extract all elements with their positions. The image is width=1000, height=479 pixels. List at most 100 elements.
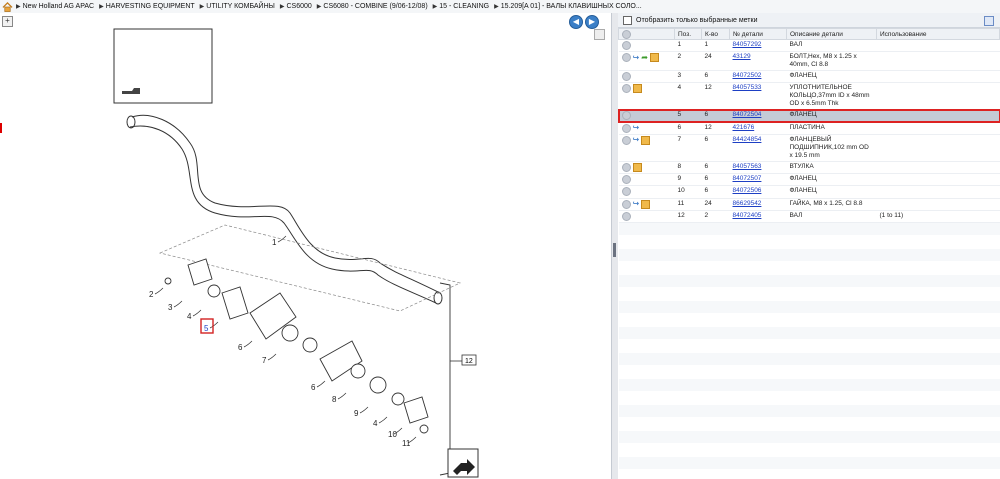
- replacement-arrow-icon[interactable]: ↪: [633, 200, 640, 208]
- part-number-link-container[interactable]: 84057563: [729, 161, 787, 175]
- usage-cell-container: [876, 161, 1000, 175]
- table-row[interactable]: 4 12 84057533 УПЛОТНИТЕЛЬНОЕ КОЛЬЦО,37mm ID…: [618, 82, 1000, 111]
- callout-label[interactable]: 3: [168, 303, 173, 312]
- part-number-link-container[interactable]: 84072504: [729, 109, 787, 123]
- row-select-icon[interactable]: [621, 72, 631, 82]
- description-cell-container: ФЛАНЕЦ: [786, 185, 877, 199]
- callout-label[interactable]: 6: [311, 383, 316, 392]
- callout-label[interactable]: 8: [332, 395, 337, 404]
- empty-row: [618, 417, 1000, 431]
- part-number-link-container[interactable]: 84424854: [729, 134, 787, 162]
- callout-label[interactable]: 4: [187, 312, 192, 321]
- part-number-link[interactable]: 43129: [733, 53, 751, 60]
- column-header[interactable]: Поз.: [674, 28, 702, 40]
- table-options-icon[interactable]: [984, 16, 994, 26]
- part-number-link[interactable]: 84072506: [733, 187, 762, 194]
- part-number-link-container[interactable]: 84072507: [729, 173, 787, 187]
- package-icon[interactable]: [641, 135, 651, 145]
- column-header[interactable]: № детали: [729, 28, 787, 40]
- row-select-icon[interactable]: [621, 111, 631, 121]
- part-number-link[interactable]: 84072504: [733, 111, 762, 118]
- breadcrumb-item[interactable]: ▶ New Holland AG APAC: [16, 3, 94, 10]
- replacement-arrow-icon[interactable]: ↪: [633, 53, 640, 62]
- table-row[interactable]: 3 6 84072502 ФЛАНЕЦ: [618, 70, 1000, 84]
- empty-row: [618, 443, 1000, 457]
- callout-label[interactable]: 5: [204, 324, 209, 333]
- part-number-link-container[interactable]: 84072502: [729, 70, 787, 84]
- package-icon[interactable]: [641, 199, 651, 209]
- part-number-link[interactable]: 84424854: [733, 136, 762, 143]
- row-select-icon[interactable]: [621, 41, 631, 50]
- breadcrumb-item[interactable]: ▶ CS6000: [280, 3, 312, 10]
- row-select-icon[interactable]: [621, 84, 631, 94]
- part-number-link[interactable]: 84072502: [733, 72, 762, 79]
- callout-label[interactable]: 11: [402, 439, 411, 448]
- show-selected-checkbox[interactable]: [623, 15, 632, 25]
- part-number-link[interactable]: 84072405: [733, 212, 762, 219]
- table-row[interactable]: 8 6 84057563 ВТУЛКА: [618, 161, 1000, 175]
- position-cell: 12: [677, 211, 685, 219]
- table-row[interactable]: 10 6 84072506 ФЛАНЕЦ: [618, 185, 1000, 199]
- package-icon[interactable]: [649, 53, 659, 63]
- package-icon[interactable]: [632, 162, 642, 172]
- part-number-link-container[interactable]: 43129: [729, 51, 787, 72]
- row-select-icon[interactable]: [621, 135, 631, 145]
- part-number-link-container[interactable]: 421676: [729, 122, 787, 135]
- part-number-link[interactable]: 84057533: [733, 84, 762, 91]
- part-number-link-container[interactable]: 84057292: [729, 39, 787, 53]
- table-row[interactable]: ↪ 11 24 86629542 ГАЙКА, M8 x 1.25, Cl 8.8: [618, 198, 1000, 211]
- callout-label[interactable]: 2: [149, 290, 154, 299]
- part-number-link-container[interactable]: 84057533: [729, 82, 787, 111]
- table-row[interactable]: 9 6 84072507 ФЛАНЕЦ: [618, 173, 1000, 187]
- breadcrumb-item[interactable]: ▶ CS6080 - COMBINE (9/06-12/08): [317, 3, 428, 10]
- package-icon[interactable]: [632, 84, 642, 94]
- table-row[interactable]: 1 1 84057292 ВАЛ: [618, 39, 1000, 53]
- column-header[interactable]: Описание детали: [786, 28, 877, 40]
- row-select-icon[interactable]: [621, 162, 631, 172]
- row-select-icon[interactable]: [621, 123, 631, 133]
- replacement-arrow-icon[interactable]: ↪: [633, 124, 640, 132]
- select-all-icon[interactable]: [622, 29, 631, 39]
- callout-label[interactable]: 10: [388, 430, 397, 439]
- callout-label[interactable]: 6: [238, 343, 243, 352]
- table-row[interactable]: ↪ 6 12 421676 ПЛАСТИНА: [618, 122, 1000, 135]
- quantity-cell-container: 24: [701, 51, 730, 72]
- breadcrumb-item[interactable]: ▶ HARVESTING EQUIPMENT: [99, 3, 195, 10]
- part-number-link[interactable]: 421676: [733, 124, 755, 131]
- row-select-icon[interactable]: [621, 199, 631, 209]
- callout-label[interactable]: 7: [262, 356, 267, 365]
- empty-row: [618, 430, 1000, 444]
- row-select-icon[interactable]: [621, 175, 631, 185]
- part-number-link-container[interactable]: 84072506: [729, 185, 787, 199]
- part-number-link-container[interactable]: 86629542: [729, 198, 787, 211]
- part-number-link[interactable]: 86629542: [733, 200, 762, 207]
- column-header[interactable]: Использование: [876, 28, 1000, 40]
- column-header[interactable]: [618, 28, 675, 40]
- part-number-link[interactable]: 84072507: [733, 175, 762, 182]
- callout-label[interactable]: 4: [373, 419, 378, 428]
- position-cell-container: 3: [674, 70, 702, 84]
- part-number-link[interactable]: 84057292: [733, 41, 762, 48]
- callout-label[interactable]: 9: [354, 409, 359, 418]
- table-row[interactable]: ↪ ➦ 2 24 43129 БОЛТ,Hex, M8 x 1.25 x 40mm, Cl…: [618, 51, 1000, 72]
- return-arrow-icon[interactable]: [447, 448, 479, 478]
- breadcrumb-item[interactable]: ▶ UTILITY КОМБАЙНЫ: [200, 3, 275, 10]
- part-number-link-container[interactable]: 84072405: [729, 210, 787, 223]
- row-select-icon[interactable]: [621, 211, 631, 221]
- part-number-link[interactable]: 84057563: [733, 163, 762, 170]
- splitter-grip-icon[interactable]: [613, 243, 616, 257]
- replacement-arrow-icon[interactable]: ↪: [633, 136, 640, 144]
- table-row[interactable]: ↪ 7 6 84424854 ФЛАНЦЕВЫЙ ПОДШИПНИК,102 mm OD…: [618, 134, 1000, 162]
- row-select-icon[interactable]: [621, 187, 631, 197]
- breadcrumb-item[interactable]: ▶ 15 - CLEANING: [433, 3, 489, 10]
- table-row[interactable]: 12 2 84072405 ВАЛ (1 to 11): [618, 210, 1000, 223]
- home-icon[interactable]: [2, 1, 13, 12]
- parts-list-panel: Отобразить только выбранные метки Поз. К-…: [617, 13, 1000, 479]
- supersession-arrow-icon[interactable]: ➦: [641, 53, 648, 62]
- callout-label[interactable]: 1: [272, 238, 277, 247]
- row-select-icon[interactable]: [621, 53, 631, 63]
- column-header[interactable]: К-во: [701, 28, 730, 40]
- empty-row: [618, 352, 1000, 366]
- table-row[interactable]: 5 6 84072504 ФЛАНЕЦ: [617, 108, 1000, 124]
- breadcrumb-item[interactable]: ▶ 15.209[A 01] - ВАЛЫ КЛАВИШНЫХ СОЛО...: [494, 3, 642, 10]
